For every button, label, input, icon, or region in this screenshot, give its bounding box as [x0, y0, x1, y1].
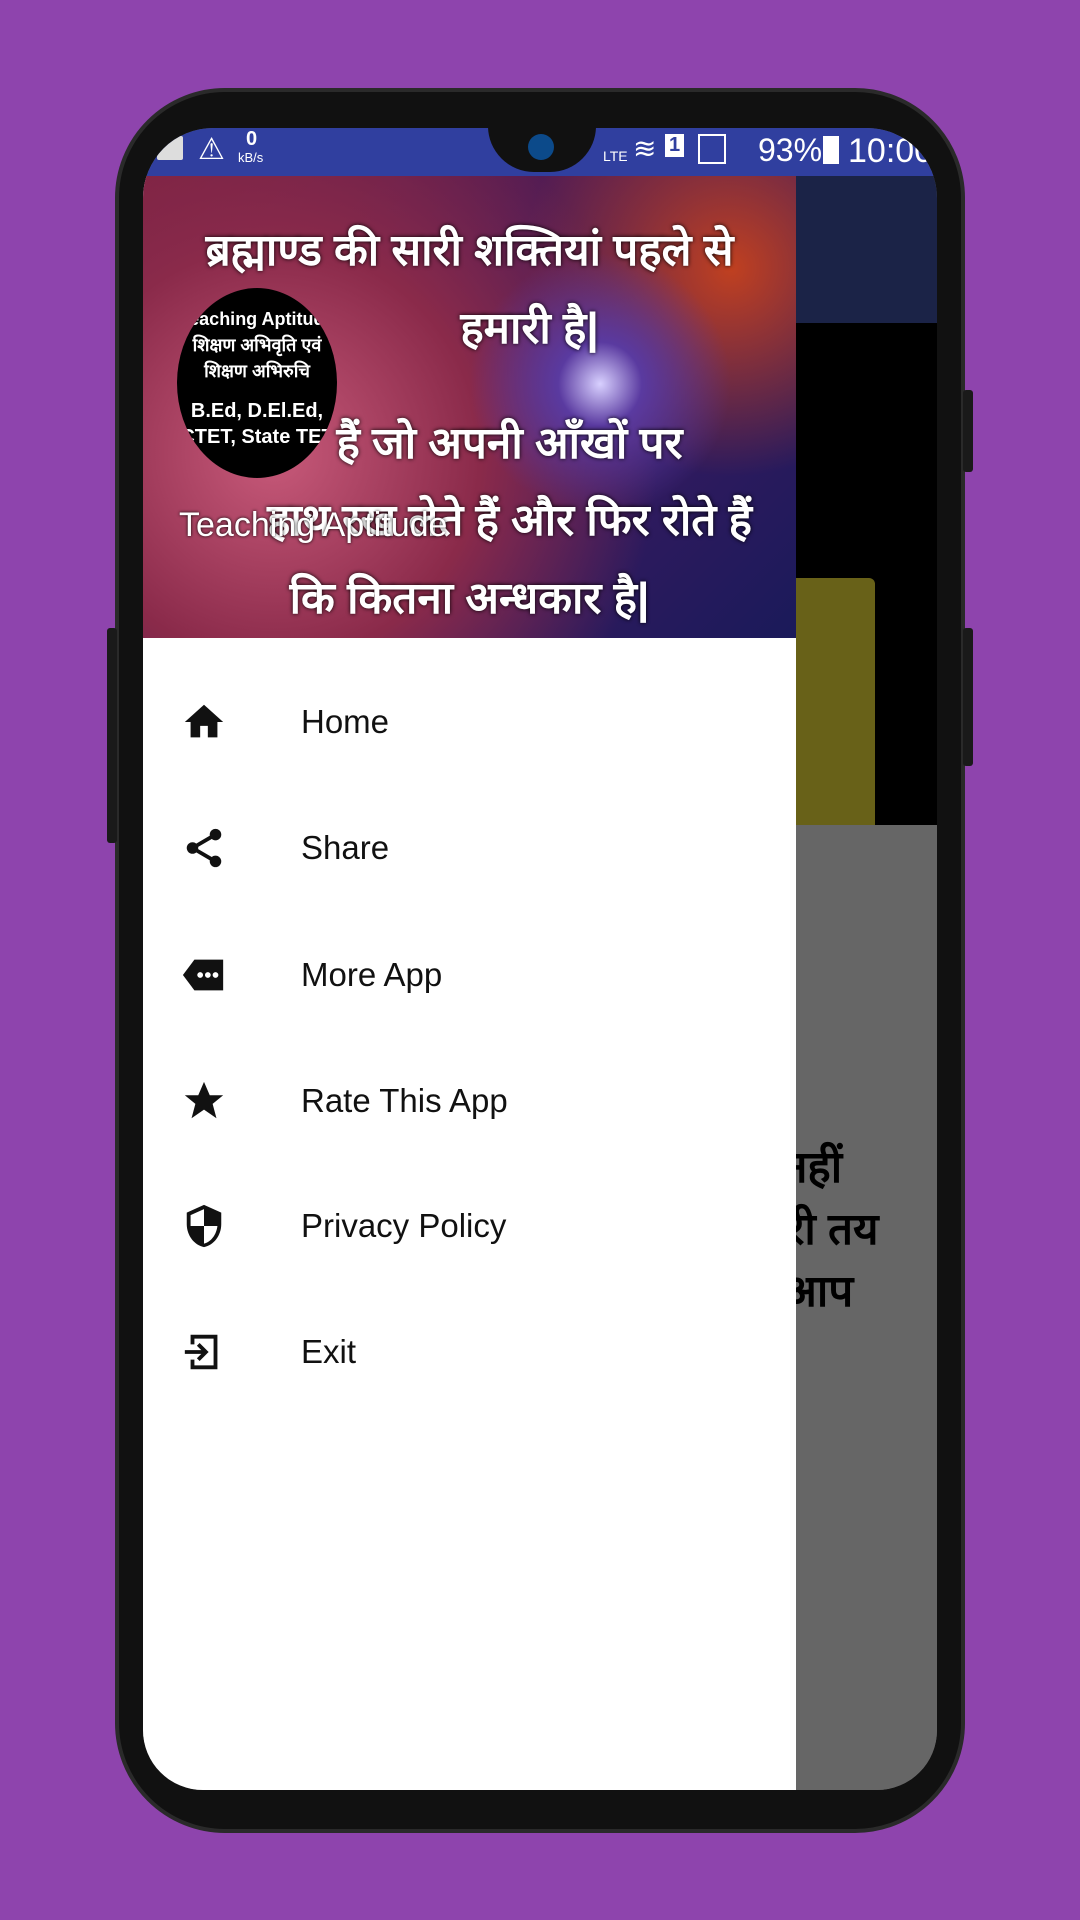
lte-label: LTE: [603, 148, 628, 164]
wifi-icon: ≋: [633, 133, 657, 164]
app-logo: Teaching Aptitude शिक्षण अभिवृति एवं शिक…: [177, 288, 337, 478]
header-quote-line: ब्रह्माण्ड की सारी शक्तियां पहले से: [205, 226, 734, 275]
camera-icon: [528, 134, 554, 160]
data-unit: kB/s: [238, 150, 264, 165]
warning-icon: ⚠: [198, 133, 225, 166]
clock: 10:00: [848, 132, 934, 170]
drawer-item-more-app[interactable]: More App: [143, 915, 796, 1035]
side-button: [107, 628, 117, 843]
volume-button: [963, 390, 973, 472]
drawer-item-home[interactable]: Home: [143, 662, 796, 782]
battery-percent: 93%: [758, 132, 823, 168]
screen: ⚠ 0 kB/s LTE ≋ 1 93% 10:00 नहीं दूरी तय …: [143, 128, 937, 1790]
logo-text: शिक्षण अभिरुचि: [204, 361, 310, 381]
drawer-item-privacy-policy[interactable]: Privacy Policy: [143, 1166, 796, 1286]
image-icon: [157, 136, 183, 160]
home-icon: [184, 704, 224, 738]
star-icon: [184, 1081, 224, 1119]
drawer-item-label: Share: [301, 829, 390, 866]
navigation-drawer: ब्रह्माण्ड की सारी शक्तियां पहले से हमार…: [143, 176, 796, 1790]
status-bar: ⚠ 0 kB/s LTE ≋ 1 93% 10:00: [143, 128, 937, 176]
data-speed: 0: [246, 128, 258, 150]
drawer-item-label: Exit: [301, 1333, 357, 1370]
drawer-app-title: Teaching Aptitude: [179, 506, 448, 544]
battery-icon: [823, 136, 839, 164]
logo-text: CTET, State TET: [180, 426, 334, 448]
share-icon: [186, 828, 222, 868]
drawer-item-label: More App: [301, 956, 443, 993]
power-button: [963, 628, 973, 766]
header-quote-line: कि कितना अन्धकार है|: [289, 574, 650, 623]
more-icon: [182, 959, 224, 991]
sim-badge: 1: [665, 134, 685, 157]
drawer-item-label: Rate This App: [301, 1082, 508, 1119]
logo-text: शिक्षण अभिवृति एवं: [192, 335, 322, 355]
drawer-item-label: Home: [301, 703, 390, 740]
drawer-header: ब्रह्माण्ड की सारी शक्तियां पहले से हमार…: [143, 176, 796, 638]
signal-icon: [698, 134, 726, 164]
drawer-item-label: Privacy Policy: [301, 1207, 507, 1244]
drawer-item-exit[interactable]: Exit: [143, 1292, 796, 1412]
drawer-item-share[interactable]: Share: [143, 788, 796, 908]
drawer-item-rate[interactable]: Rate This App: [143, 1041, 796, 1161]
camera-notch: [488, 128, 596, 172]
shield-icon: [186, 1204, 222, 1248]
logo-text: B.Ed, D.El.Ed,: [190, 400, 324, 422]
exit-icon: [184, 1334, 218, 1370]
